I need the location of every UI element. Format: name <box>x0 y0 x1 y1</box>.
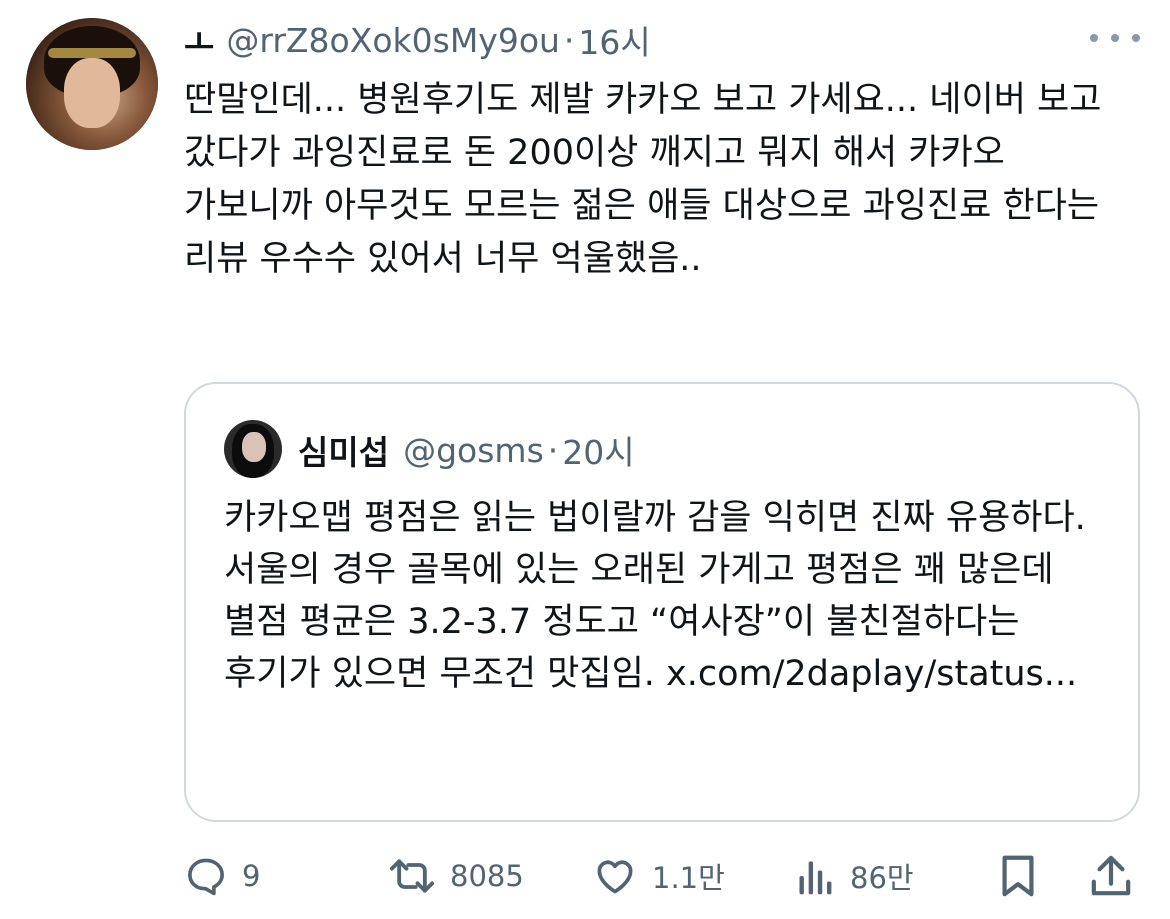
reply-icon <box>188 858 224 896</box>
separator-dot: · <box>563 20 575 60</box>
retweet-icon <box>389 859 435 893</box>
share-icon <box>1091 855 1131 896</box>
tweet-text: 딴말인데... 병원후기도 제발 카카오 보고 가세요... 네이버 보고 갔다… <box>184 80 1102 279</box>
tweet-time[interactable]: 16시 <box>578 16 650 64</box>
like-button[interactable]: 1.1만 <box>592 846 725 906</box>
views-button[interactable]: 86만 <box>796 846 914 906</box>
like-count: 1.1만 <box>652 861 725 895</box>
reply-count: 9 <box>242 859 261 893</box>
quoted-display-name[interactable]: 심미섭 <box>298 426 389 474</box>
retweet-button[interactable]: 8085 <box>388 846 524 906</box>
quoted-tweet-text: 카카오맵 평점은 읽는 법이랄까 감을 익히면 진짜 유용하다. 서울의 경우 … <box>224 498 1086 694</box>
quoted-tweet-header: 심미섭 @gosms · 20시 <box>298 426 635 474</box>
author-avatar[interactable] <box>26 18 158 150</box>
quoted-time[interactable]: 20시 <box>562 426 634 474</box>
heart-icon <box>597 860 633 894</box>
quoted-handle[interactable]: @gosms <box>403 431 544 470</box>
more-icon[interactable] <box>1090 24 1140 52</box>
share-button[interactable] <box>1090 846 1132 906</box>
views-count: 86만 <box>850 861 914 895</box>
quoted-author-avatar[interactable] <box>224 420 282 478</box>
author-display-name[interactable]: ㅗ <box>184 16 214 64</box>
retweet-count: 8085 <box>450 859 524 893</box>
bookmark-icon <box>1002 855 1034 897</box>
tweet-header: ㅗ @rrZ8oXok0sMy9ou · 16시 <box>184 16 651 64</box>
bookmark-button[interactable] <box>998 846 1038 906</box>
separator-dot: · <box>547 430 559 470</box>
reply-button[interactable]: 9 <box>184 846 260 906</box>
views-icon <box>799 861 832 895</box>
quoted-tweet[interactable]: 심미섭 @gosms · 20시 카카오맵 평점은 읽는 법이랄까 감을 익히면… <box>184 382 1140 822</box>
tweet-actions: 9 8085 1.1만 86만 <box>184 846 1144 906</box>
author-handle[interactable]: @rrZ8oXok0sMy9ou <box>226 21 560 60</box>
